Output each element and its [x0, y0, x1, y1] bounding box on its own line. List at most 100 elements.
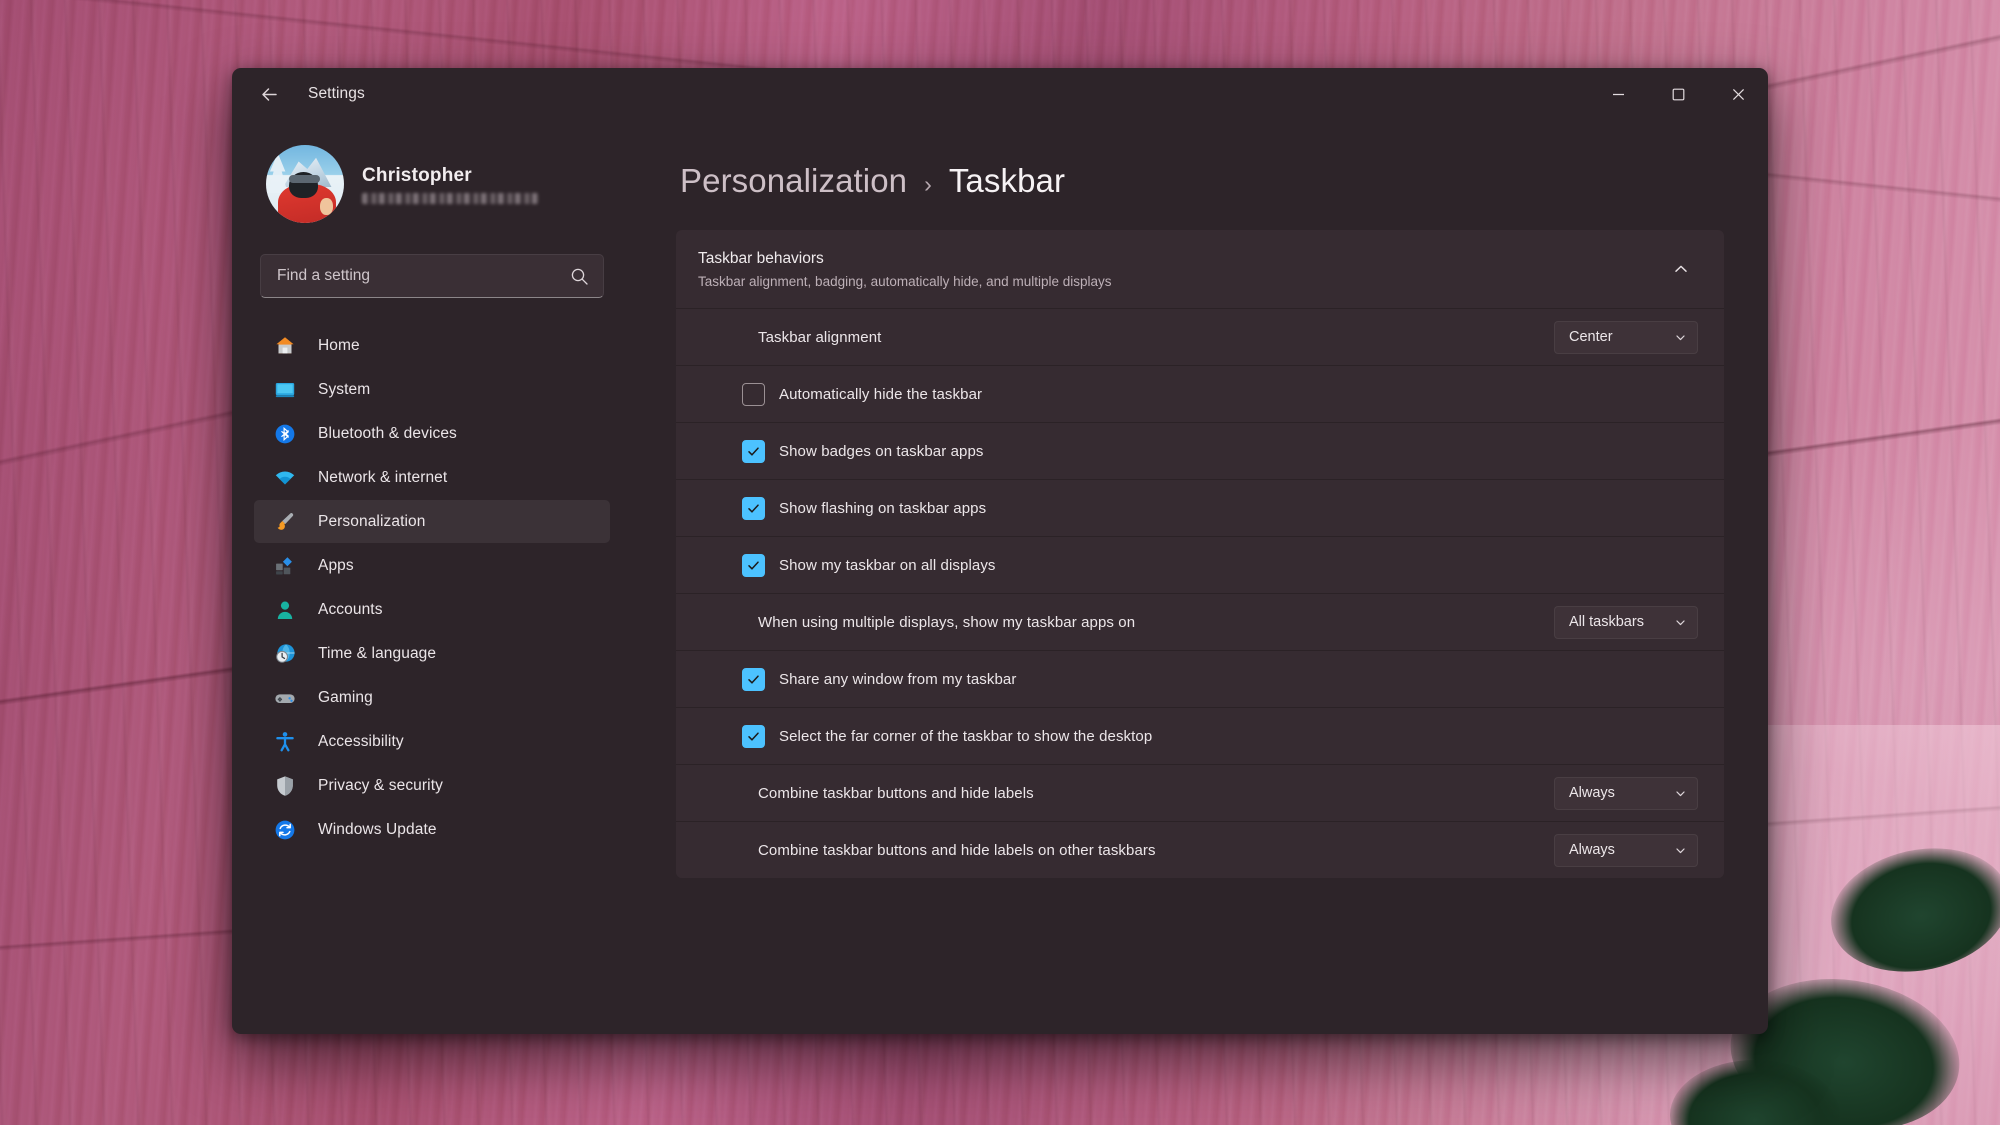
paintbrush-icon [277, 512, 294, 530]
shield-icon [272, 773, 298, 799]
sidebar-item-privacy-security[interactable]: Privacy & security [254, 764, 610, 807]
breadcrumb-current: Taskbar [948, 162, 1066, 199]
apps-icon [272, 553, 298, 579]
sidebar-item-label: Home [318, 336, 360, 354]
checkbox-checked[interactable] [742, 667, 765, 691]
dropdown-when-using-multiple-displays-show-my-taskbar-apps-on[interactable]: All taskbars [1554, 605, 1698, 639]
chevron-up-glyph [1675, 265, 1687, 272]
sidebar: Christopher Home System Bluetooth & device… [232, 120, 632, 1034]
sidebar-item-network-internet[interactable]: Network & internet [254, 456, 610, 499]
checkbox-checked[interactable] [742, 553, 765, 577]
dropdown-combine-taskbar-buttons-and-hide-labels-on-other-taskbars[interactable]: Always [1554, 833, 1698, 867]
checkbox-unchecked[interactable] [742, 382, 765, 406]
account-block[interactable]: Christopher [254, 120, 610, 224]
settings-row-label: Combine taskbar buttons and hide labels [758, 784, 1034, 802]
settings-row: Show flashing on taskbar apps [676, 479, 1724, 536]
sidebar-item-apps[interactable]: Apps [254, 544, 610, 587]
back-button[interactable] [246, 76, 292, 112]
check-icon [748, 731, 759, 741]
sidebar-item-label: Bluetooth & devices [318, 424, 457, 442]
sidebar-item-personalization[interactable]: Personalization [254, 500, 610, 543]
wifi-icon [275, 471, 295, 484]
sidebar-item-gaming[interactable]: Gaming [254, 676, 610, 719]
chevron-down-icon [1674, 616, 1687, 629]
card-title: Taskbar behaviors [698, 249, 824, 267]
sidebar-item-label: Privacy & security [318, 776, 443, 794]
breadcrumb-separator-icon: › [924, 171, 932, 197]
sidebar-item-label: Personalization [318, 512, 426, 530]
shield-icon [277, 775, 293, 796]
person-icon [272, 597, 298, 623]
search-input[interactable] [277, 267, 570, 285]
title-bar: Settings [232, 68, 1768, 120]
settings-row-control: Always [1554, 833, 1698, 867]
window-controls [1588, 68, 1768, 120]
check-icon [748, 503, 759, 513]
clock-globe-icon [276, 643, 295, 663]
card-header-toggle[interactable]: Taskbar behaviors Taskbar alignment, bad… [676, 230, 1724, 308]
dropdown-combine-taskbar-buttons-and-hide-labels[interactable]: Always [1554, 776, 1698, 810]
search-icon [571, 268, 588, 285]
settings-row: Show my taskbar on all displays [676, 536, 1724, 593]
chevron-down-glyph [1676, 847, 1685, 853]
update-icon [272, 817, 298, 843]
settings-row-label: Show my taskbar on all displays [779, 556, 996, 574]
window-body: Christopher Home System Bluetooth & device… [232, 120, 1768, 1034]
settings-row-control: Center [1554, 320, 1698, 354]
home-icon [272, 333, 298, 359]
chevron-down-icon [1674, 331, 1687, 344]
sidebar-item-accessibility[interactable]: Accessibility [254, 720, 610, 763]
person-icon [277, 601, 293, 619]
card-header-text: Taskbar behaviors Taskbar alignment, bad… [698, 250, 1111, 289]
search-box[interactable] [260, 254, 604, 298]
checkbox-checked[interactable] [742, 496, 765, 520]
settings-row: Select the far corner of the taskbar to … [676, 707, 1724, 764]
bluetooth-icon [275, 424, 295, 443]
sidebar-item-home[interactable]: Home [254, 324, 610, 367]
chevron-up-icon[interactable] [1664, 252, 1698, 286]
settings-row: When using multiple displays, show my ta… [676, 593, 1724, 650]
taskbar-behaviors-card: Taskbar behaviors Taskbar alignment, bad… [676, 230, 1724, 878]
sidebar-item-system[interactable]: System [254, 368, 610, 411]
sidebar-item-time-language[interactable]: Time & language [254, 632, 610, 675]
sidebar-nav: Home System Bluetooth & devices Network & i… [254, 324, 610, 851]
bluetooth-icon [272, 421, 298, 447]
settings-row-label: Show badges on taskbar apps [779, 442, 984, 460]
sidebar-item-bluetooth-devices[interactable]: Bluetooth & devices [254, 412, 610, 455]
maximize-button[interactable] [1648, 68, 1708, 120]
check-icon [748, 560, 759, 570]
settings-row-label: Combine taskbar buttons and hide labels … [758, 841, 1156, 859]
dropdown-value: Always [1569, 785, 1615, 801]
checkbox-checked[interactable] [742, 439, 765, 463]
account-email-masked [362, 192, 538, 204]
update-icon [275, 820, 295, 839]
breadcrumb: Personalization › Taskbar [676, 162, 1724, 200]
accessibility-icon [272, 729, 298, 755]
avatar-goggles [288, 174, 320, 184]
sidebar-item-accounts[interactable]: Accounts [254, 588, 610, 631]
chevron-down-glyph [1676, 334, 1685, 340]
avatar-pine [267, 152, 288, 194]
settings-rows: Taskbar alignment Center Automatically hid… [676, 308, 1724, 878]
settings-row: Automatically hide the taskbar [676, 365, 1724, 422]
settings-row: Combine taskbar buttons and hide labels A… [676, 764, 1724, 821]
check-icon [748, 446, 759, 456]
sidebar-item-label: Windows Update [318, 820, 437, 838]
dropdown-value: Always [1569, 842, 1615, 858]
dropdown-taskbar-alignment[interactable]: Center [1554, 320, 1698, 354]
breadcrumb-parent[interactable]: Personalization [680, 162, 907, 200]
settings-row-label: Show flashing on taskbar apps [779, 499, 987, 517]
close-button[interactable] [1708, 68, 1768, 120]
close-icon [1732, 88, 1744, 100]
settings-row-label: Share any window from my taskbar [779, 670, 1017, 688]
minimize-button[interactable] [1588, 68, 1648, 120]
app-title: Settings [308, 85, 365, 102]
avatar[interactable] [266, 145, 344, 223]
minimize-icon [1612, 93, 1624, 95]
sidebar-item-windows-update[interactable]: Windows Update [254, 808, 610, 851]
account-name: Christopher [362, 164, 472, 186]
wifi-icon [272, 465, 298, 491]
dropdown-value: Center [1569, 329, 1613, 345]
checkbox-checked[interactable] [742, 724, 765, 748]
dropdown-value: All taskbars [1569, 614, 1644, 630]
